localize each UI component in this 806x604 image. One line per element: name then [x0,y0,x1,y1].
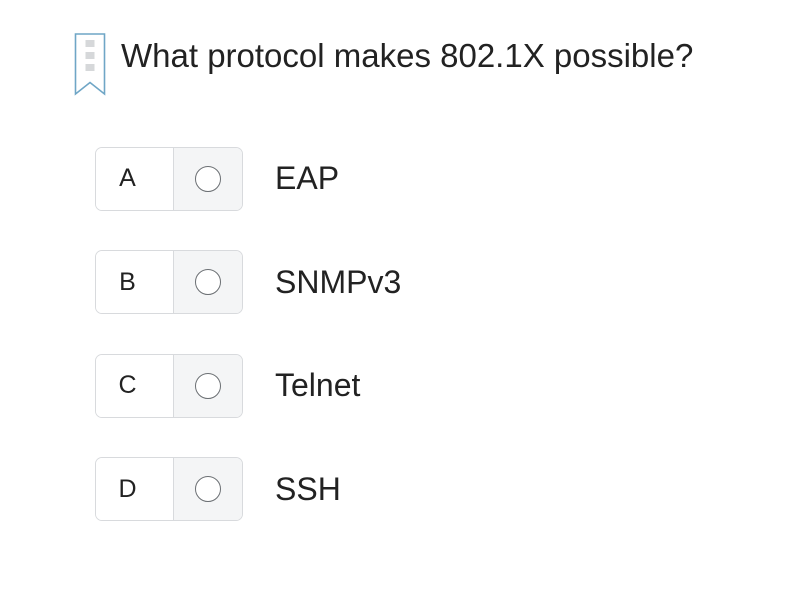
option-c[interactable]: C Telnet [95,352,401,419]
quiz-page: What protocol makes 802.1X possible? A E… [0,0,806,604]
radio-button-icon[interactable] [195,372,221,399]
radio-button-icon[interactable] [195,269,221,295]
answer-options: A EAP B SNMPv3 C Telnet D SSH [95,145,401,559]
option-b-selector[interactable]: B [95,250,243,314]
option-letter: A [96,147,174,210]
option-d[interactable]: D SSH [95,456,401,523]
radio-button-icon[interactable] [195,476,221,502]
option-a[interactable]: A EAP [95,145,401,212]
option-a-selector[interactable]: A [95,146,243,211]
radio-cell[interactable] [174,354,242,417]
question-row: What protocol makes 802.1X possible? [74,30,693,98]
bookmark-icon[interactable] [74,30,106,98]
option-text[interactable]: Telnet [275,367,360,404]
option-text[interactable]: SSH [275,471,341,508]
option-text[interactable]: EAP [275,160,339,197]
radio-cell[interactable] [174,251,242,313]
radio-cell[interactable] [174,458,242,520]
option-b[interactable]: B SNMPv3 [95,249,401,316]
option-letter: B [96,251,174,313]
question-text: What protocol makes 802.1X possible? [121,37,694,74]
radio-cell[interactable] [174,147,242,210]
option-d-selector[interactable]: D [95,457,243,521]
radio-button-icon[interactable] [195,165,221,192]
option-letter: D [96,458,174,520]
option-text[interactable]: SNMPv3 [275,264,401,301]
option-c-selector[interactable]: C [95,353,243,418]
option-letter: C [96,354,174,417]
